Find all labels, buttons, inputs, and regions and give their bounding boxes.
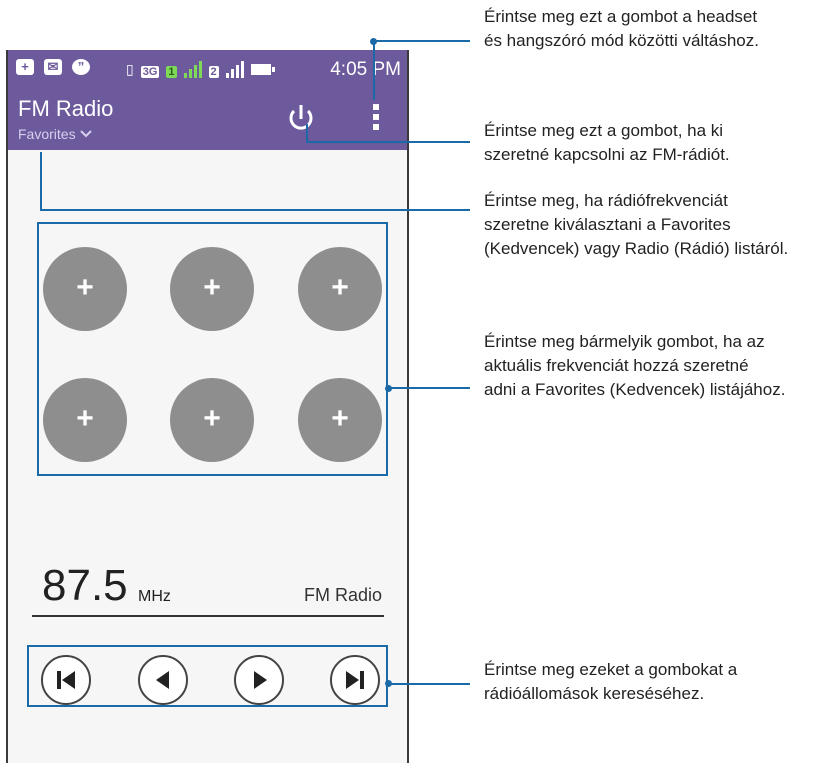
power-button[interactable] [284,101,318,135]
chevron-down-icon [79,130,92,138]
callout-line-5-h [390,683,470,685]
callout-1-line-2: és hangszóró mód közötti váltáshoz. [484,31,759,50]
callout-add-favorite: Érintse meg bármelyik gombot, ha az aktu… [484,330,785,402]
callout-power-off: Érintse meg ezt a gombot, ha ki szeretné… [484,119,730,167]
frequency-unit: MHz [138,588,171,605]
favorites-dropdown[interactable]: Favorites [18,126,92,142]
controls-highlight-box [27,645,388,707]
callout-dot-1 [370,38,377,45]
callout-5-line-1: Érintse meg ezeket a gombokat a [484,660,738,679]
callout-3-line-3: (Kedvencek) vagy Radio (Rádió) listáról. [484,239,789,258]
network-3g-badge: 3G [140,66,160,78]
callout-line-2-v [306,124,308,142]
callout-favorites-list: Érintse meg, ha rádiófrekvenciát szeretn… [484,189,788,261]
callout-line-3-v [40,152,42,210]
status-bar: + ✉ ” ▯ 3G 1 2 4:05 PM [8,50,407,92]
sim2-badge: 2 [208,66,219,78]
clock: 4:05 PM [330,59,401,80]
callout-headset-toggle: Érintse meg ezt a gombot a headset és ha… [484,5,759,53]
power-icon [289,105,313,130]
callout-line-4-h [390,387,470,389]
more-menu-button[interactable] [368,100,384,134]
callout-line-1-h [373,40,470,42]
station-name: FM Radio [303,585,382,605]
mail-icon: ✉ [44,59,62,75]
callout-dot-5 [385,680,392,687]
callout-3-line-1: Érintse meg, ha rádiófrekvenciát [484,191,728,210]
callout-4-line-3: adni a Favorites (Kedvencek) listájához. [484,380,786,399]
callout-1-line-1: Érintse meg ezt a gombot a headset [484,7,758,26]
callout-dot-4 [385,385,392,392]
hangouts-icon: ” [72,59,90,75]
favorites-label: Favorites [18,126,76,142]
callout-5-line-2: rádióállomások kereséséhez. [484,684,705,703]
callout-search-stations: Érintse meg ezeket a gombokat a rádióáll… [484,658,737,706]
callout-4-line-1: Érintse meg bármelyik gombot, ha az [484,332,765,351]
presets-highlight-box [37,222,388,476]
vibrate-icon: ▯ [126,61,134,77]
callout-2-line-2: szeretné kapcsolni az FM-rádiót. [484,145,730,164]
callout-3-line-2: szeretne kiválasztani a Favorites [484,215,731,234]
more-vertical-icon [373,104,379,130]
callout-4-line-2: aktuális frekvenciát hozzá szeretné [484,356,749,375]
notification-icons: + ✉ ” [16,59,90,75]
page-title: FM Radio [18,96,114,121]
signal-sim1-icon [183,60,202,78]
signal-area: ▯ 3G 1 2 [126,60,275,78]
plus-notification-icon: + [16,59,34,75]
callout-line-2-h [306,141,470,143]
frequency-display: 87.5 MHz FM Radio [32,555,384,617]
sim1-badge: 1 [166,66,177,78]
callout-line-1-v [373,40,375,100]
callout-2-line-1: Érintse meg ezt a gombot, ha ki [484,121,724,140]
frequency-value: 87.5 [42,561,128,610]
battery-icon [250,64,275,75]
callout-line-3-h [40,209,470,211]
signal-sim2-icon [225,60,244,78]
